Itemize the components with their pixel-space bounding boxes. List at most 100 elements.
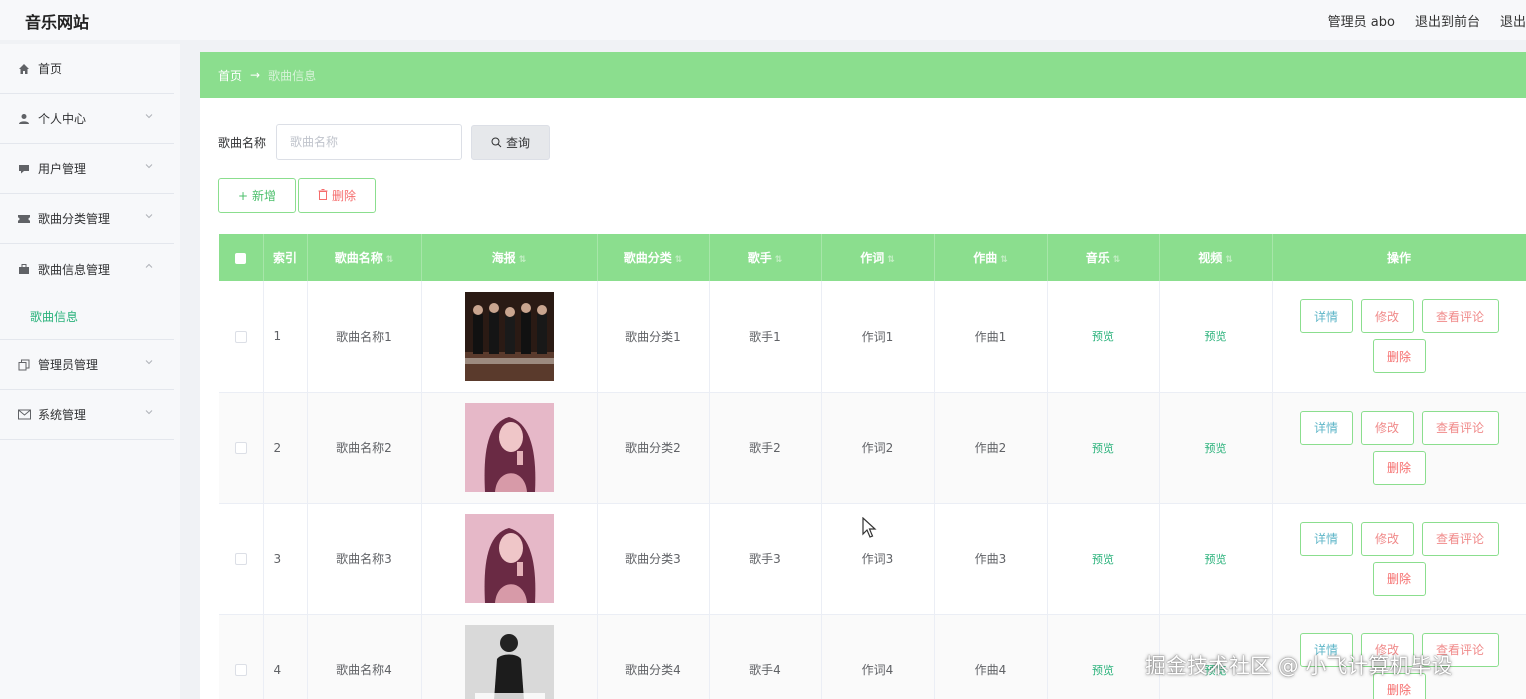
view-comments-button[interactable]: 查看评论 — [1421, 299, 1499, 334]
music-cell: 预览 — [1047, 503, 1160, 615]
action-row: + 新增 删除 — [218, 178, 376, 213]
edit-button[interactable]: 修改 — [1360, 299, 1414, 334]
row-checkbox[interactable] — [219, 281, 264, 393]
copy-icon — [16, 358, 32, 372]
select-all-checkbox[interactable] — [219, 234, 264, 281]
poster-cell — [421, 281, 598, 393]
col-header-music[interactable]: 音乐 ⇅ — [1047, 234, 1160, 281]
poster-cell — [421, 503, 598, 615]
col-header-actions: 操作 — [1272, 234, 1526, 281]
col-header-lyricist[interactable]: 作词 ⇅ — [821, 234, 935, 281]
col-header-poster[interactable]: 海报 ⇅ — [421, 234, 598, 281]
row-index: 2 — [263, 392, 308, 504]
video-preview-link[interactable]: 预览 — [1205, 553, 1227, 566]
lyricist-cell: 作词2 — [821, 392, 935, 504]
search-button[interactable]: 查询 — [471, 124, 551, 160]
singer-cell: 歌手2 — [709, 392, 822, 504]
singer-cell: 歌手1 — [709, 281, 822, 393]
sidebar-item-song-info[interactable]: 歌曲信息管理 — [0, 244, 174, 294]
poster-image[interactable] — [464, 403, 554, 492]
music-cell: 预览 — [1047, 392, 1160, 504]
add-button[interactable]: + 新增 — [218, 178, 296, 213]
suitcase-icon — [16, 262, 32, 276]
sidebar-item-personal[interactable]: 个人中心 — [0, 94, 174, 144]
batch-delete-button[interactable]: 删除 — [298, 178, 376, 213]
video-preview-link[interactable]: 预览 — [1205, 442, 1227, 455]
view-comments-button[interactable]: 查看评论 — [1421, 410, 1499, 445]
chevron-up-icon — [144, 261, 156, 273]
poster-image[interactable] — [464, 291, 554, 381]
edit-button[interactable]: 修改 — [1360, 410, 1414, 445]
sidebar-item-label: 管理员管理 — [38, 358, 99, 372]
table-header-row: 索引 歌曲名称 ⇅ 海报 ⇅ 歌曲分类 ⇅ 歌手 ⇅ 作词 ⇅ 作曲 ⇅ 音乐 ⇅ 视频 ⇅ 操… — [219, 234, 1526, 281]
col-header-name[interactable]: 歌曲名称 ⇅ — [307, 234, 422, 281]
video-cell: 预览 — [1159, 281, 1273, 393]
sidebar-item-users[interactable]: 用户管理 — [0, 144, 174, 194]
row-index: 3 — [263, 503, 308, 615]
mouse-cursor-icon — [862, 517, 877, 538]
sidebar-item-label: 系统管理 — [38, 408, 87, 422]
music-cell: 预览 — [1047, 614, 1160, 699]
sidebar-item-song-category[interactable]: 歌曲分类管理 — [0, 194, 174, 244]
col-header-composer[interactable]: 作曲 ⇅ — [934, 234, 1048, 281]
song-name-cell: 歌曲名称2 — [307, 392, 422, 504]
message-icon — [16, 162, 32, 176]
chevron-down-icon — [144, 357, 156, 369]
col-header-video[interactable]: 视频 ⇅ — [1159, 234, 1273, 281]
chevron-down-icon — [144, 111, 156, 123]
delete-button-label: 删除 — [331, 189, 356, 203]
category-cell: 歌曲分类2 — [597, 392, 710, 504]
music-preview-link[interactable]: 预览 — [1092, 664, 1114, 677]
row-checkbox[interactable] — [219, 503, 264, 615]
sidebar-item-system[interactable]: 系统管理 — [0, 390, 174, 440]
category-cell: 歌曲分类4 — [597, 614, 710, 699]
breadcrumb-home[interactable]: 首页 — [218, 67, 242, 84]
sidebar-item-admins[interactable]: 管理员管理 — [0, 340, 174, 390]
row-checkbox[interactable] — [219, 614, 264, 699]
main-content: 首页 → 歌曲信息 歌曲名称 查询 + 新增 删除 — [200, 52, 1526, 699]
delete-row-button[interactable]: 删除 — [1372, 339, 1426, 374]
music-preview-link[interactable]: 预览 — [1092, 442, 1114, 455]
music-preview-link[interactable]: 预览 — [1092, 330, 1114, 343]
sidebar-item-label: 首页 — [38, 62, 63, 76]
logout-link[interactable]: 退出 — [1500, 11, 1526, 30]
poster-cell — [421, 392, 598, 504]
detail-button[interactable]: 详情 — [1299, 521, 1353, 556]
sidebar-item-label: 用户管理 — [38, 162, 87, 176]
breadcrumb-current: 歌曲信息 — [268, 68, 317, 83]
delete-row-button[interactable]: 删除 — [1372, 450, 1426, 485]
view-comments-button[interactable]: 查看评论 — [1421, 521, 1499, 556]
submenu-song-info[interactable]: 歌曲信息 — [0, 294, 174, 340]
detail-button[interactable]: 详情 — [1299, 299, 1353, 334]
chevron-down-icon — [144, 161, 156, 173]
composer-cell: 作曲2 — [934, 392, 1048, 504]
music-preview-link[interactable]: 预览 — [1092, 553, 1114, 566]
category-cell: 歌曲分类3 — [597, 503, 710, 615]
video-preview-link[interactable]: 预览 — [1205, 330, 1227, 343]
composer-cell: 作曲1 — [934, 281, 1048, 393]
exit-to-front-link[interactable]: 退出到前台 — [1415, 11, 1480, 30]
edit-button[interactable]: 修改 — [1360, 521, 1414, 556]
poster-image[interactable] — [464, 625, 554, 699]
col-header-category[interactable]: 歌曲分类 ⇅ — [597, 234, 710, 281]
search-icon — [491, 137, 502, 147]
song-name-cell: 歌曲名称1 — [307, 281, 422, 393]
col-header-singer[interactable]: 歌手 ⇅ — [709, 234, 822, 281]
sidebar-item-label: 歌曲信息管理 — [38, 262, 111, 277]
singer-cell: 歌手3 — [709, 503, 822, 615]
music-cell: 预览 — [1047, 281, 1160, 393]
song-name-search-input[interactable] — [276, 124, 463, 160]
delete-row-button[interactable]: 删除 — [1372, 561, 1426, 596]
sort-icon: ⇅ — [518, 255, 527, 265]
user-icon — [16, 112, 32, 126]
poster-image[interactable] — [464, 514, 554, 603]
sidebar-item-home[interactable]: 首页 — [0, 44, 174, 94]
chevron-down-icon — [144, 407, 156, 419]
song-name-cell: 歌曲名称3 — [307, 503, 422, 615]
search-button-label: 查询 — [506, 135, 531, 150]
detail-button[interactable]: 详情 — [1299, 410, 1353, 445]
chevron-down-icon — [144, 211, 156, 223]
search-row: 歌曲名称 查询 — [218, 124, 551, 160]
sidebar-item-label: 个人中心 — [38, 112, 87, 126]
row-checkbox[interactable] — [219, 392, 264, 504]
